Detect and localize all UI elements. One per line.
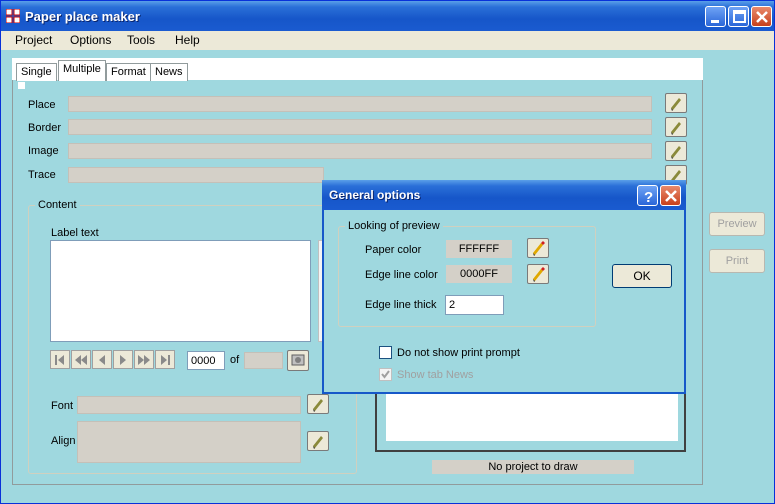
checkmark-icon xyxy=(381,370,390,379)
minimize-icon xyxy=(711,20,719,23)
edge-color-edit-button[interactable] xyxy=(527,264,549,284)
dialog-close-button[interactable] xyxy=(660,185,681,206)
close-button[interactable] xyxy=(751,6,772,27)
dialog-title: General options xyxy=(329,188,421,202)
border-field[interactable] xyxy=(68,119,652,135)
align-label: Align xyxy=(51,435,76,447)
menu-options[interactable]: Options xyxy=(70,33,111,47)
nav-first-button[interactable] xyxy=(50,350,70,369)
show-news-checkbox[interactable] xyxy=(379,368,392,381)
page-marker xyxy=(18,82,25,89)
image-label: Image xyxy=(28,145,59,157)
record-action-button[interactable] xyxy=(287,350,309,371)
paper-color-value: FFFFFF xyxy=(446,240,512,258)
dialog-title-bar[interactable]: General options ? xyxy=(322,180,686,210)
nav-next-page-button[interactable] xyxy=(134,350,154,369)
maximize-button[interactable] xyxy=(728,6,749,27)
rewind-icon xyxy=(75,355,87,365)
place-field[interactable] xyxy=(68,96,652,112)
nav-last-button[interactable] xyxy=(155,350,175,369)
preview-button[interactable]: Preview xyxy=(709,212,765,236)
pencil-icon xyxy=(671,146,681,159)
window-title: Paper place maker xyxy=(25,9,140,24)
font-label: Font xyxy=(51,400,74,412)
looking-of-preview-legend: Looking of preview xyxy=(345,220,443,232)
maximize-icon xyxy=(733,10,746,23)
border-edit-button[interactable] xyxy=(665,117,687,137)
align-field xyxy=(77,421,301,463)
prev-icon xyxy=(99,355,105,365)
close-icon xyxy=(665,190,677,202)
image-icon xyxy=(291,354,305,366)
pencil-icon xyxy=(313,399,323,412)
pencil-icon xyxy=(313,436,323,449)
first-icon xyxy=(55,355,64,365)
pencil-icon xyxy=(671,122,681,135)
app-icon xyxy=(6,9,20,23)
of-label: of xyxy=(230,354,240,366)
place-edit-button[interactable] xyxy=(665,93,687,113)
trace-field[interactable] xyxy=(68,167,324,183)
minimize-button[interactable] xyxy=(705,6,726,27)
label-text-area[interactable] xyxy=(50,240,311,342)
image-edit-button[interactable] xyxy=(665,141,687,161)
no-print-prompt-checkbox[interactable] xyxy=(379,346,392,359)
paper-color-edit-button[interactable] xyxy=(527,238,549,258)
paper-color-label: Paper color xyxy=(365,244,422,256)
ok-button[interactable]: OK xyxy=(612,264,672,288)
menu-help[interactable]: Help xyxy=(175,33,200,47)
title-bar[interactable]: Paper place maker xyxy=(1,1,774,31)
content-legend: Content xyxy=(35,199,80,211)
svg-text:?: ? xyxy=(644,189,653,206)
edge-thick-input[interactable]: 2 xyxy=(445,295,504,315)
last-icon xyxy=(161,355,170,365)
record-total-field xyxy=(244,352,283,369)
status-text: No project to draw xyxy=(432,460,634,474)
pencil-icon xyxy=(671,98,681,111)
nav-next-button[interactable] xyxy=(113,350,133,369)
print-button[interactable]: Print xyxy=(709,249,765,273)
align-edit-button[interactable] xyxy=(307,431,329,451)
help-icon: ? xyxy=(644,189,653,206)
edge-color-label: Edge line color xyxy=(365,269,438,281)
next-icon xyxy=(120,355,126,365)
border-label: Border xyxy=(28,122,62,134)
tab-format[interactable]: Format xyxy=(106,63,151,81)
menu-tools[interactable]: Tools xyxy=(127,33,155,47)
image-field[interactable] xyxy=(68,143,652,159)
place-label: Place xyxy=(28,99,56,111)
nav-prev-page-button[interactable] xyxy=(71,350,91,369)
preview-canvas xyxy=(386,393,678,441)
pencil-icon xyxy=(533,267,545,282)
label-text-label: Label text xyxy=(51,227,99,239)
font-edit-button[interactable] xyxy=(307,394,329,414)
show-news-label: Show tab News xyxy=(397,369,474,381)
trace-label: Trace xyxy=(28,169,56,181)
tab-multiple[interactable]: Multiple xyxy=(58,60,106,81)
no-print-prompt-label: Do not show print prompt xyxy=(397,347,520,359)
menu-project[interactable]: Project xyxy=(15,33,52,47)
nav-prev-button[interactable] xyxy=(92,350,112,369)
record-index-input[interactable]: 0000 xyxy=(187,351,225,370)
dialog-help-button[interactable]: ? xyxy=(637,185,658,206)
edge-thick-label: Edge line thick xyxy=(365,299,437,311)
close-icon xyxy=(756,11,768,23)
fast-forward-icon xyxy=(138,355,150,365)
pencil-icon xyxy=(533,241,545,256)
tab-news[interactable]: News xyxy=(150,63,188,81)
font-field xyxy=(77,396,301,414)
menu-bar: Project Options Tools Help xyxy=(1,31,774,50)
edge-color-value: 0000FF xyxy=(446,265,512,283)
tab-single[interactable]: Single xyxy=(16,63,57,81)
